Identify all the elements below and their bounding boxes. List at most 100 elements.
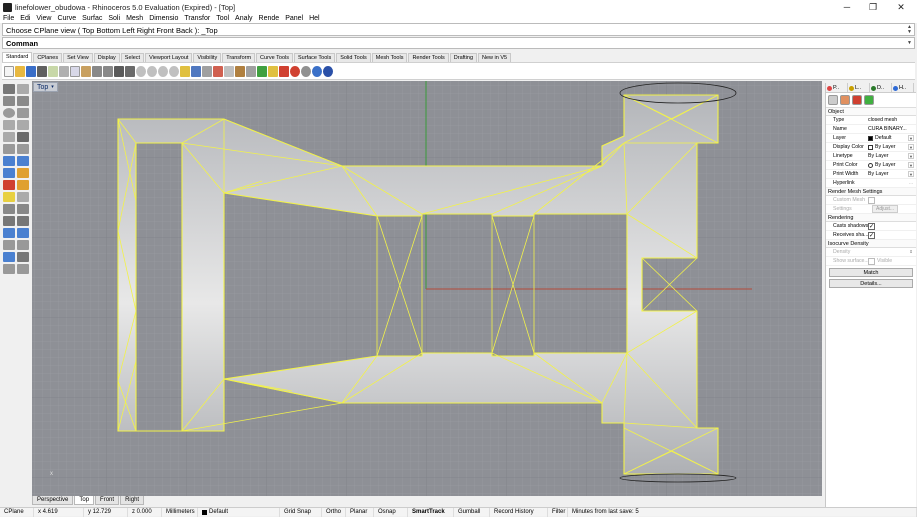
check-icon[interactable] <box>17 252 29 262</box>
details-button[interactable]: Details... <box>829 279 913 288</box>
select-icon[interactable] <box>235 65 245 77</box>
menu-surface[interactable]: Surfac <box>82 15 102 22</box>
density-spinner-icon[interactable]: ⇕ <box>908 249 914 255</box>
render-icon[interactable] <box>290 65 300 77</box>
zoom-extents-icon[interactable] <box>158 65 168 77</box>
status-layer[interactable]: Default <box>198 507 280 517</box>
custom-mesh-checkbox[interactable] <box>868 196 875 204</box>
array-icon[interactable] <box>17 240 29 250</box>
trim-icon[interactable] <box>17 192 29 202</box>
menu-view[interactable]: View <box>36 15 51 22</box>
tab-mesh-tools[interactable]: Mesh Tools <box>371 53 408 62</box>
zoom-icon[interactable] <box>136 65 146 77</box>
cplane-icon[interactable] <box>213 65 223 77</box>
cut-icon[interactable] <box>59 65 69 77</box>
status-filter[interactable]: Filter <box>548 507 568 517</box>
top-viewport[interactable]: Top ▾ x <box>32 81 822 496</box>
split-icon[interactable] <box>3 204 15 214</box>
polygon-icon[interactable] <box>17 120 29 130</box>
visible-checkbox[interactable] <box>868 257 875 265</box>
vp-tab-perspective[interactable]: Perspective <box>32 496 74 505</box>
status-planar[interactable]: Planar <box>346 507 374 517</box>
print-icon[interactable] <box>37 65 47 77</box>
tab-viewport-layout[interactable]: Viewport Layout <box>145 53 193 62</box>
match-button[interactable]: Match <box>829 268 913 277</box>
status-ortho[interactable]: Ortho <box>322 507 346 517</box>
rendered-sphere-icon[interactable] <box>312 65 322 77</box>
pan-icon[interactable] <box>114 65 124 77</box>
tab-render-tools[interactable]: Render Tools <box>408 53 449 62</box>
undo-view-icon[interactable] <box>180 65 190 77</box>
adjust-button[interactable]: Adjust... <box>872 205 899 213</box>
menu-dimension[interactable]: Dimensio <box>149 15 178 22</box>
menu-analyze[interactable]: Analy <box>235 15 253 22</box>
rectangle-icon[interactable] <box>3 120 15 130</box>
print-width-dropdown-icon[interactable]: ▼ <box>908 171 914 177</box>
fillet-curve-icon[interactable] <box>17 132 29 142</box>
menu-mesh[interactable]: Mesh <box>126 15 143 22</box>
undo-icon[interactable] <box>92 65 102 77</box>
analyze-icon[interactable] <box>3 252 15 262</box>
rotate-view-icon[interactable] <box>125 65 135 77</box>
scale-icon[interactable] <box>17 228 29 238</box>
material-icon[interactable] <box>840 95 850 105</box>
receives-shadows-checkbox[interactable]: ✓ <box>868 231 875 239</box>
rotate-icon[interactable] <box>3 228 15 238</box>
curve-icon[interactable] <box>17 96 29 106</box>
casts-shadows-checkbox[interactable]: ✓ <box>868 222 875 230</box>
viewport-dropdown-icon[interactable]: ▾ <box>51 84 54 90</box>
viewport-title[interactable]: Top ▾ <box>33 82 58 92</box>
status-smarttrack[interactable]: SmartTrack <box>408 507 454 517</box>
menu-panels[interactable]: Panel <box>285 15 303 22</box>
status-gumball[interactable]: Gumball <box>454 507 490 517</box>
object-properties-icon[interactable] <box>828 95 838 105</box>
maximize-button[interactable]: ❐ <box>858 0 888 14</box>
properties-icon[interactable] <box>279 65 289 77</box>
status-osnap[interactable]: Osnap <box>374 507 408 517</box>
menu-curve[interactable]: Curve <box>57 15 76 22</box>
vp-tab-right[interactable]: Right <box>120 496 145 505</box>
zoom-window-icon[interactable] <box>147 65 157 77</box>
tab-cplanes[interactable]: CPlanes <box>33 53 63 62</box>
status-grid-snap[interactable]: Grid Snap <box>280 507 322 517</box>
arc-icon[interactable] <box>17 108 29 118</box>
vp-tab-front[interactable]: Front <box>95 496 120 505</box>
tab-standard[interactable]: Standard <box>2 52 33 62</box>
command-prompt[interactable]: Comman ▼ <box>2 37 915 49</box>
join-icon[interactable] <box>17 204 29 214</box>
save-icon[interactable] <box>26 65 36 77</box>
tab-new-in-v5[interactable]: New in V5 <box>478 53 512 62</box>
box-icon[interactable] <box>3 156 15 166</box>
menu-tools[interactable]: Tool <box>216 15 229 22</box>
loft-icon[interactable] <box>17 144 29 154</box>
layer-icon[interactable] <box>257 65 267 77</box>
text-icon[interactable] <box>3 132 15 142</box>
status-record-history[interactable]: Record History <box>490 507 548 517</box>
close-button[interactable]: ✕ <box>886 0 916 14</box>
lock-icon[interactable] <box>246 65 256 77</box>
tab-transform[interactable]: Transform <box>222 53 256 62</box>
menu-render[interactable]: Rende <box>259 15 280 22</box>
light-bulb-icon[interactable] <box>268 65 278 77</box>
grid-icon[interactable] <box>202 65 212 77</box>
panel-tab-help[interactable]: H.. <box>892 83 914 93</box>
tab-display[interactable]: Display <box>93 53 120 62</box>
mesh-icon[interactable] <box>3 168 15 178</box>
tab-surface-tools[interactable]: Surface Tools <box>294 53 336 62</box>
block-icon[interactable] <box>17 264 29 274</box>
zoom-selected-icon[interactable] <box>169 65 179 77</box>
move-icon[interactable] <box>3 216 15 226</box>
hyperlink-more-icon[interactable]: … <box>908 180 914 186</box>
four-viewports-icon[interactable] <box>191 65 201 77</box>
decal-icon[interactable] <box>852 95 862 105</box>
paste-icon[interactable] <box>81 65 91 77</box>
import-icon[interactable] <box>48 65 58 77</box>
panel-tab-layers[interactable]: L.. <box>848 83 870 93</box>
surface-icon[interactable] <box>3 144 15 154</box>
prop-row-linetype[interactable]: Linetype By Layer ▼ <box>826 152 916 161</box>
menu-file[interactable]: File <box>3 15 14 22</box>
vp-tab-top[interactable]: Top <box>74 496 95 505</box>
layer-dropdown-icon[interactable]: ▼ <box>908 135 914 141</box>
prop-row-layer[interactable]: Layer Default ▼ <box>826 134 916 143</box>
display-color-dropdown-icon[interactable]: ▼ <box>908 144 914 150</box>
